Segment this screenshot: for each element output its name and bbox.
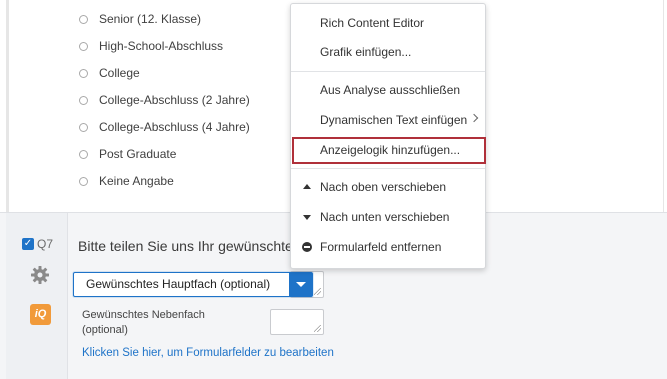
gear-icon[interactable] [29, 264, 51, 286]
choice-item[interactable]: College-Abschluss (2 Jahre) [79, 91, 250, 109]
left-rail [6, 0, 9, 212]
text-entry-field[interactable] [270, 309, 324, 335]
menu-item-rich-content-editor[interactable]: Rich Content Editor [291, 9, 485, 37]
form-field-label[interactable]: Gewünschtes Nebenfach (optional) [82, 308, 232, 338]
menu-item-piped-text[interactable]: Dynamischen Text einfügen [291, 106, 485, 134]
menu-item-move-down[interactable]: Nach unten verschieben [291, 203, 485, 231]
iq-icon[interactable]: iQ [30, 304, 51, 325]
menu-divider [291, 71, 485, 72]
field-label-select[interactable]: Gewünschtes Hauptfach (optional) [73, 272, 313, 297]
chevron-right-icon [469, 113, 479, 123]
choice-label: College-Abschluss (2 Jahre) [99, 93, 250, 107]
radio-button[interactable] [79, 149, 88, 159]
radio-button[interactable] [79, 68, 88, 78]
edit-form-fields-link[interactable]: Klicken Sie hier, um Formularfelder zu b… [82, 347, 334, 359]
choice-label: High-School-Abschluss [99, 39, 224, 53]
radio-button[interactable] [79, 14, 88, 24]
radio-button[interactable] [79, 122, 88, 132]
choice-item[interactable]: Senior (12. Klasse) [79, 10, 201, 28]
menu-item-label: Nach unten verschieben [320, 210, 450, 224]
choice-item[interactable]: Post Graduate [79, 145, 176, 163]
radio-button[interactable] [79, 41, 88, 51]
question-select[interactable]: ✓ Q7 [22, 237, 53, 251]
context-menu: Rich Content Editor Grafik einfügen... A… [290, 3, 486, 269]
dropdown-button[interactable] [289, 273, 312, 296]
question-text[interactable]: Bitte teilen Sie uns Ihr gewünschtes [78, 238, 300, 254]
radio-button[interactable] [79, 176, 88, 186]
choice-label: College-Abschluss (4 Jahre) [99, 120, 250, 134]
menu-item-label: Formularfeld entfernen [320, 240, 442, 254]
select-value[interactable]: Gewünschtes Hauptfach (optional) [74, 273, 289, 296]
choice-item[interactable]: High-School-Abschluss [79, 37, 223, 55]
menu-item-label: Nach oben verschieben [320, 180, 447, 194]
menu-item-label: Anzeigelogik hinzufügen... [320, 143, 461, 157]
resize-handle-icon[interactable] [314, 288, 321, 295]
menu-item-add-display-logic[interactable]: Anzeigelogik hinzufügen... [291, 136, 485, 164]
caret-down-icon [295, 282, 306, 287]
remove-circle-icon [302, 242, 312, 252]
menu-item-label: Grafik einfügen... [320, 45, 412, 59]
question-number: Q7 [37, 237, 54, 251]
arrow-down-icon [303, 215, 311, 220]
question-rail: ✓ Q7 iQ [6, 213, 68, 379]
resize-handle-icon[interactable] [314, 325, 321, 332]
menu-item-move-up[interactable]: Nach oben verschieben [291, 173, 485, 201]
menu-item-insert-graphic[interactable]: Grafik einfügen... [291, 38, 485, 66]
arrow-up-icon [303, 184, 311, 189]
choice-item[interactable]: College [79, 64, 140, 82]
menu-divider [291, 168, 485, 169]
choice-item[interactable]: College-Abschluss (4 Jahre) [79, 118, 250, 136]
menu-item-label: Dynamischen Text einfügen [320, 113, 468, 127]
choice-label: Senior (12. Klasse) [99, 12, 202, 26]
menu-item-label: Rich Content Editor [320, 16, 425, 30]
block-edge [663, 0, 664, 212]
radio-button[interactable] [79, 95, 88, 105]
menu-item-label: Aus Analyse ausschließen [320, 83, 461, 97]
choice-label: Keine Angabe [99, 174, 174, 188]
question-checkbox[interactable]: ✓ [22, 238, 34, 250]
choice-item[interactable]: Keine Angabe [79, 172, 174, 190]
choice-label: Post Graduate [99, 147, 177, 161]
menu-item-remove-field[interactable]: Formularfeld entfernen [291, 233, 485, 261]
menu-item-exclude-from-analysis[interactable]: Aus Analyse ausschließen [291, 76, 485, 104]
choice-label: College [99, 66, 140, 80]
